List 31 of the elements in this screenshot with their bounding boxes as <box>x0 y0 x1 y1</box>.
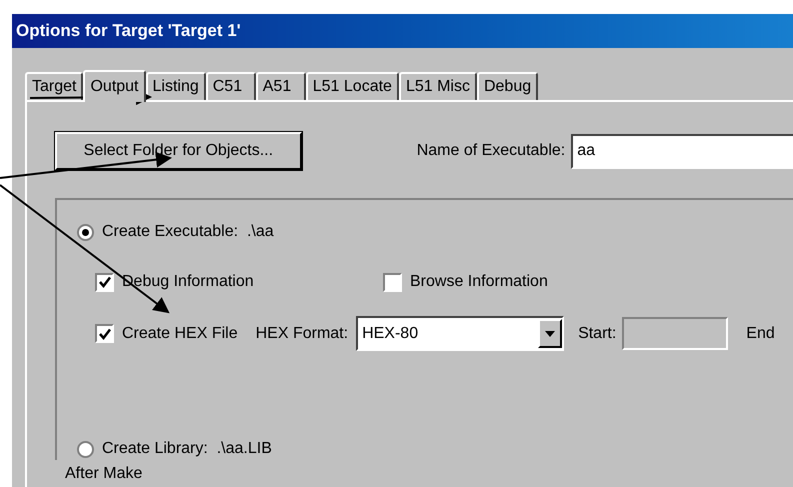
group-label: After Make <box>65 464 144 484</box>
window-title: Options for Target 'Target 1' <box>16 20 241 42</box>
radio-label: Create Executable: .\aa <box>102 222 274 242</box>
start-field[interactable] <box>622 317 728 350</box>
dropdown-value: HEX-80 <box>362 324 420 344</box>
tab[interactable]: L51 Locate <box>306 72 399 100</box>
dropdown-arrow-button[interactable] <box>538 319 562 348</box>
field-label: HEX Format: <box>256 324 348 344</box>
checkbox-label: Create HEX File <box>122 324 238 344</box>
caret-icon <box>545 330 556 336</box>
field-label: Name of Executable: <box>416 141 566 161</box>
tab[interactable]: Debug <box>476 72 538 100</box>
checkbox[interactable] <box>383 272 402 292</box>
check-icon <box>98 328 110 340</box>
checkbox-label: Browse Information <box>410 272 548 292</box>
checkbox[interactable] <box>95 324 114 343</box>
checkbox[interactable] <box>95 272 114 292</box>
radio-button[interactable] <box>77 224 94 240</box>
hex-format-dropdown[interactable]: HEX-80 <box>356 316 564 351</box>
radio-label: Create Library: .\aa.LIB <box>102 439 272 459</box>
check-icon <box>98 276 110 288</box>
tab[interactable]: A51 <box>256 72 306 100</box>
tab[interactable]: C51 <box>206 72 256 100</box>
field-label: Start: <box>578 324 616 344</box>
field-label: End <box>746 324 775 344</box>
tab[interactable]: L51 Misc <box>398 72 477 100</box>
select-folder-button[interactable]: Select Folder for Objects... <box>55 132 302 170</box>
tab[interactable]: Listing <box>146 72 206 100</box>
radio-button[interactable] <box>77 440 94 458</box>
tab[interactable]: Output <box>83 70 146 102</box>
executable-name-field[interactable]: aa <box>571 134 793 168</box>
